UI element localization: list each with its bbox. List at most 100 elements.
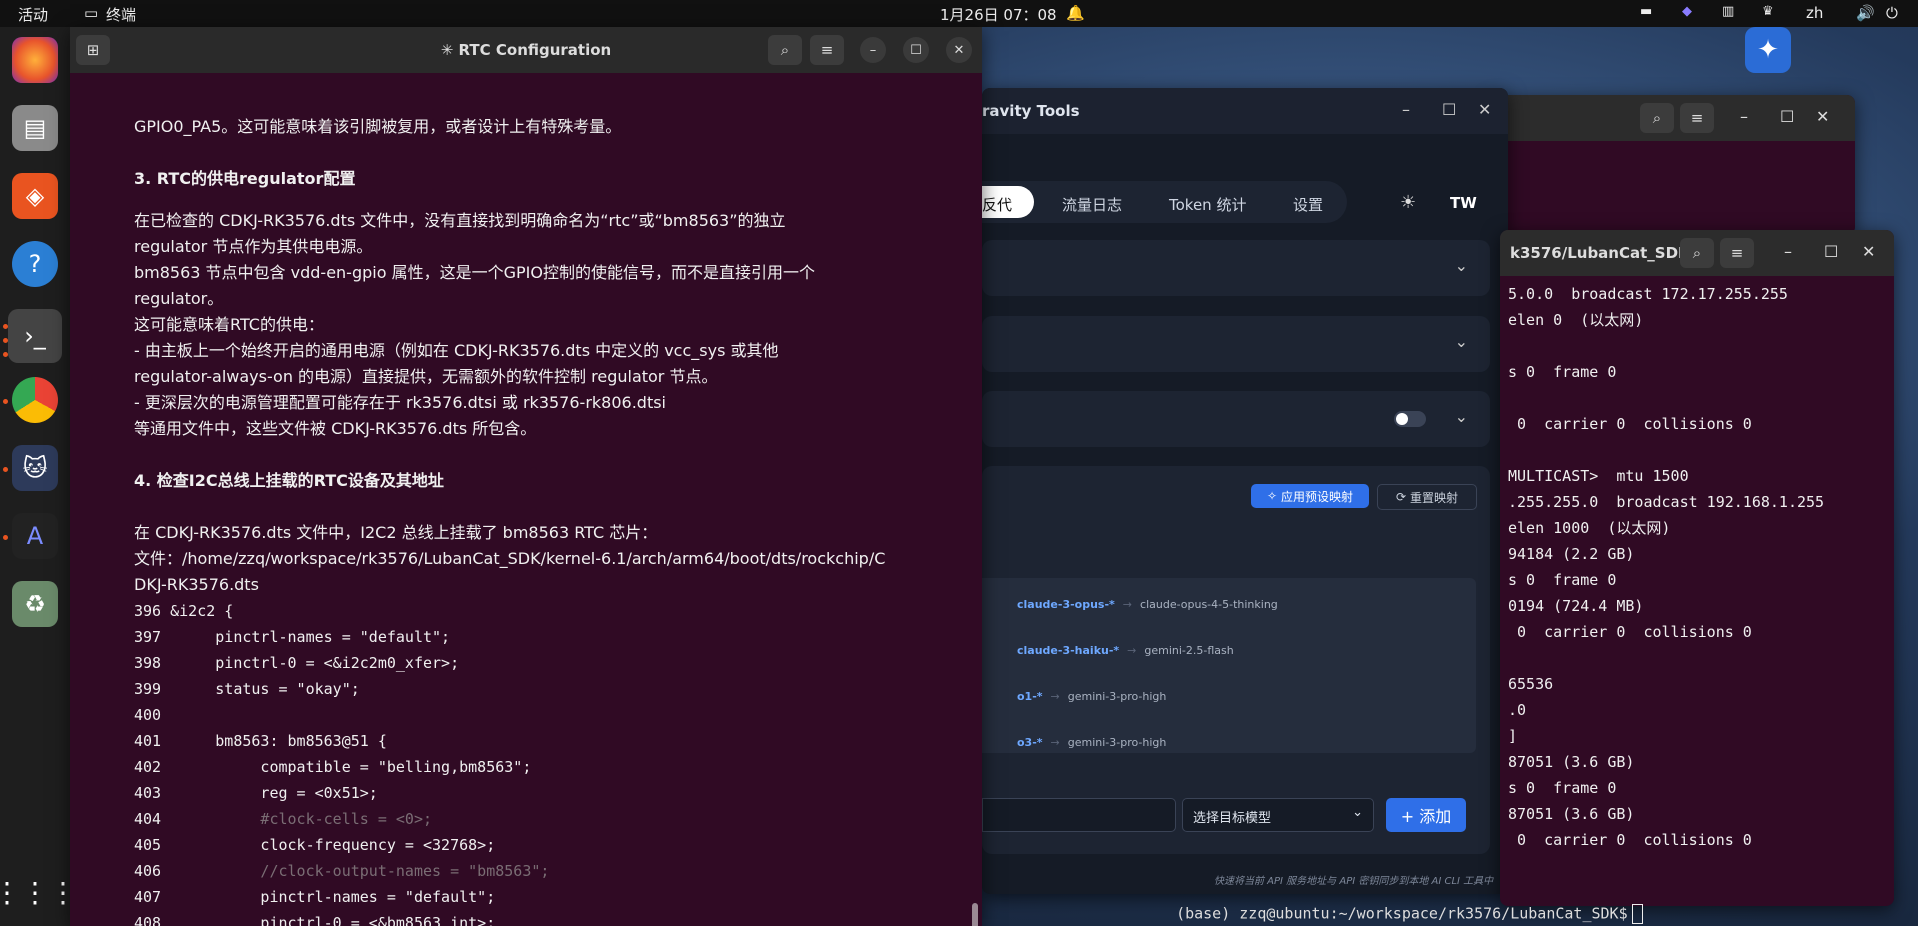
terminal-icon[interactable]: ›_ xyxy=(8,309,62,363)
text-line: 在 CDKJ-RK3576.dts 文件中，I2C2 总线上挂载了 bm8563… xyxy=(134,523,658,542)
chevron-down-icon[interactable]: ⌄ xyxy=(1455,407,1468,426)
prompt-text: (base) zzq@ubuntu:~/workspace/rk3576/Lub… xyxy=(1176,904,1628,923)
code-text: bm8563: bm8563@51 { xyxy=(170,732,387,750)
mapping-row[interactable]: o1-* → gemini-3-pro-high xyxy=(1017,690,1166,703)
close-icon[interactable]: ✕ xyxy=(946,37,972,63)
bird-app-icon[interactable]: ✦ xyxy=(1745,27,1791,73)
app-grid-icon[interactable]: ⋮⋮⋮ xyxy=(0,869,77,915)
target-model-select[interactable]: 选择目标模型 ⌄ xyxy=(1182,798,1374,832)
avatar[interactable]: TW xyxy=(1450,194,1477,212)
menu-icon[interactable]: ≡ xyxy=(1680,103,1714,133)
activities-button[interactable]: 活动 xyxy=(18,4,48,25)
line-number: 398 xyxy=(134,654,162,672)
tab-settings[interactable]: 设置 xyxy=(1293,194,1323,215)
maximize-icon[interactable]: ☐ xyxy=(1442,100,1456,119)
theme-sun-icon[interactable]: ☀ xyxy=(1400,192,1416,213)
ai-tray-icon[interactable]: ◆ xyxy=(1682,4,1692,19)
cat-app-icon[interactable]: 🐱 xyxy=(12,445,58,491)
cat-tray-icon[interactable]: ♛ xyxy=(1762,4,1774,19)
code-line: 408 pinctrl-0 = <&bm8563_int>; xyxy=(134,913,495,926)
close-icon[interactable]: ✕ xyxy=(1478,100,1491,119)
close-icon[interactable]: ✕ xyxy=(1816,107,1829,126)
screen-share-icon[interactable]: ▬ xyxy=(1640,4,1652,19)
shell-prompt[interactable]: (base) zzq@ubuntu:~/workspace/rk3576/Lub… xyxy=(1158,886,1643,924)
source-model-input[interactable] xyxy=(982,798,1176,832)
mapping-row[interactable]: claude-3-opus-* → claude-opus-4-5-thinking xyxy=(1017,598,1278,611)
title-bar: ⌕ ≡ – ☐ ✕ xyxy=(1490,95,1855,141)
line-number: 403 xyxy=(134,784,162,802)
background-terminal-window[interactable]: ⌕ ≡ – ☐ ✕ xyxy=(1490,95,1855,235)
toggle-switch[interactable] xyxy=(1394,411,1426,427)
code-text: pinctrl-0 = <&bm8563_int>; xyxy=(170,914,496,926)
top-bar: 活动 ▭ 终端 1月26日 07：08 🔔 ▬ ◆ ▥ ♛ zh 🔊 ⏻ xyxy=(0,0,1918,27)
maximize-icon[interactable]: ☐ xyxy=(903,37,929,63)
code-line: 397 pinctrl-names = "default"; xyxy=(134,627,450,647)
app-center-icon[interactable]: ◈ xyxy=(12,173,58,219)
minimize-icon[interactable]: – xyxy=(1784,242,1792,261)
language-indicator[interactable]: zh xyxy=(1806,4,1823,22)
maximize-icon[interactable]: ☐ xyxy=(1780,107,1794,126)
output-line: 65536 xyxy=(1508,675,1554,693)
running-indicator xyxy=(3,324,8,329)
search-icon[interactable]: ⌕ xyxy=(1640,103,1674,133)
mapping-row[interactable]: o3-* → gemini-3-pro-high xyxy=(1017,736,1166,749)
menu-icon[interactable]: ≡ xyxy=(810,35,844,65)
bell-icon: 🔔 xyxy=(1066,4,1085,22)
code-text: reg = <0x51>; xyxy=(170,784,378,802)
code-line: 399 status = "okay"; xyxy=(134,679,360,699)
code-line: 407 pinctrl-names = "default"; xyxy=(134,887,495,907)
main-terminal-window[interactable]: ⊞ ✳ RTC Configuration ⌕ ≡ – ☐ ✕ GPIO0_PA… xyxy=(70,27,982,926)
code-line: 405 clock-frequency = <32768>; xyxy=(134,835,495,855)
tab-proxy-label[interactable]: 反代 xyxy=(982,194,1012,215)
search-icon[interactable]: ⌕ xyxy=(1680,238,1714,268)
mapping-source: claude-3-haiku-* xyxy=(1017,644,1120,657)
code-text: &i2c2 { xyxy=(170,602,234,620)
select-label: 选择目标模型 xyxy=(1193,811,1272,826)
clock[interactable]: 1月26日 07：08 xyxy=(940,4,1057,25)
scrollbar[interactable] xyxy=(972,903,978,926)
reset-mapping-button[interactable]: ⟳ 重置映射 xyxy=(1377,484,1477,510)
firefox-icon[interactable] xyxy=(12,37,58,83)
running-indicator xyxy=(3,338,8,343)
line-number: 400 xyxy=(134,706,162,724)
minimize-icon[interactable]: – xyxy=(1402,100,1410,119)
power-icon[interactable]: ⏻ xyxy=(1886,4,1898,22)
text-line: DKJ-RK3576.dts xyxy=(134,575,259,594)
maximize-icon[interactable]: ☐ xyxy=(1824,242,1838,261)
chrome-icon[interactable] xyxy=(12,377,58,423)
files-icon[interactable]: ▤ xyxy=(12,105,58,151)
search-icon[interactable]: ⌕ xyxy=(768,35,802,65)
volume-icon[interactable]: 🔊 xyxy=(1856,4,1875,22)
terminal-output[interactable]: 5.0.0 broadcast 172.17.255.255 elen 0 (以太… xyxy=(1500,276,1894,906)
system-monitor-icon[interactable]: ▥ xyxy=(1722,4,1734,19)
minimize-icon[interactable]: – xyxy=(1740,107,1748,126)
chevron-down-icon[interactable]: ⌄ xyxy=(1455,332,1468,351)
output-line: elen 1000 (以太网) xyxy=(1508,519,1671,537)
terminal-app-menu-icon[interactable]: ▭ xyxy=(84,4,98,22)
help-icon[interactable]: ? xyxy=(12,241,58,287)
mapping-row[interactable]: claude-3-haiku-* → gemini-2.5-flash xyxy=(1017,644,1234,657)
output-line: s 0 frame 0 xyxy=(1508,363,1617,381)
collapsible-section[interactable]: ⌄ xyxy=(982,391,1490,447)
antigravity-icon[interactable]: A xyxy=(12,513,58,559)
mapping-list: claude-3-opus-* → claude-opus-4-5-thinking… xyxy=(982,578,1476,753)
close-icon[interactable]: ✕ xyxy=(1862,242,1875,261)
app-name[interactable]: 终端 xyxy=(106,4,136,25)
tab-traffic-log[interactable]: 流量日志 xyxy=(1062,194,1122,215)
tab-token-stats[interactable]: Token 统计 xyxy=(1169,194,1246,215)
minimize-icon[interactable]: – xyxy=(860,37,886,63)
collapsible-section[interactable]: ⌄ xyxy=(982,316,1490,372)
code-text: status = "okay"; xyxy=(170,680,360,698)
collapsible-section[interactable]: ⌄ xyxy=(982,240,1490,296)
apply-preset-button[interactable]: ✧ 应用预设映射 xyxy=(1251,484,1369,508)
text-line: regulator-always-on 的电源）直接提供，无需额外的软件控制 r… xyxy=(134,367,718,386)
right-terminal-window[interactable]: k3576/LubanCat_SDK ⌕ ≡ – ☐ ✕ 5.0.0 broad… xyxy=(1500,230,1894,906)
terminal-output[interactable]: GPIO0_PA5。这可能意味着该引脚被复用，或者设计上有特殊考量。 3. RTC… xyxy=(70,73,982,926)
chevron-down-icon[interactable]: ⌄ xyxy=(1455,256,1468,275)
trash-icon[interactable]: ♻ xyxy=(12,581,58,627)
add-button[interactable]: + 添加 xyxy=(1386,798,1466,832)
text-line: 这可能意味着RTC的供电： xyxy=(134,315,324,334)
antigravity-tools-window[interactable]: ravity Tools – ☐ ✕ 反代 流量日志 Token 统计 设置 ☀… xyxy=(982,88,1508,894)
title-bar: k3576/LubanCat_SDK ⌕ ≡ – ☐ ✕ xyxy=(1500,230,1894,276)
menu-icon[interactable]: ≡ xyxy=(1720,238,1754,268)
